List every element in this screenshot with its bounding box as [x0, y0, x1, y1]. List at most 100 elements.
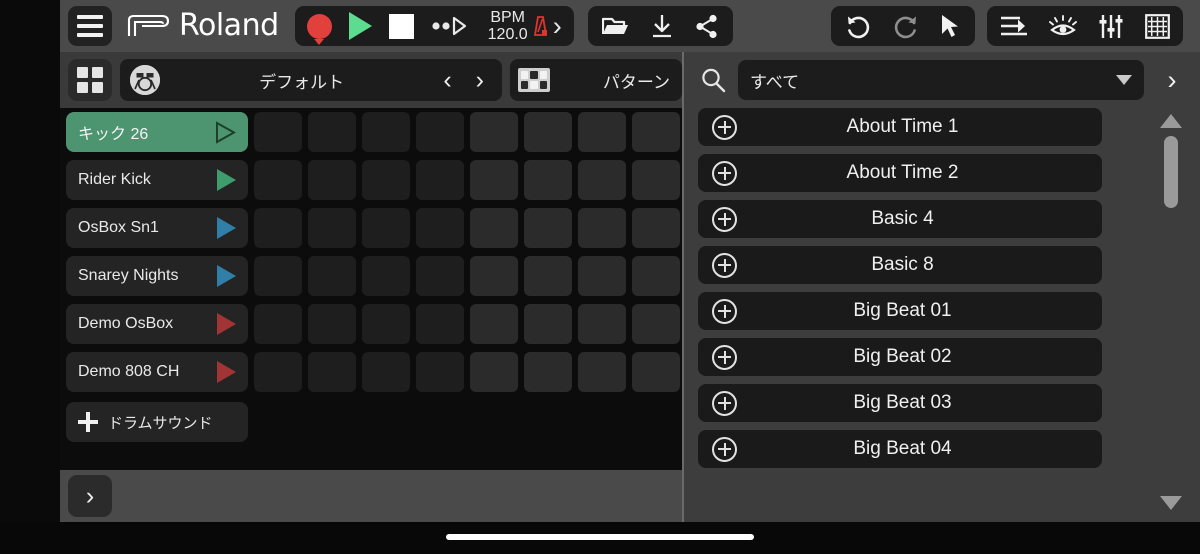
add-drum-sound-button[interactable]: ドラムサウンド: [66, 402, 248, 442]
add-pattern-icon[interactable]: [712, 114, 737, 140]
step-playback-button[interactable]: [431, 6, 467, 46]
step-cell[interactable]: [470, 208, 518, 248]
pattern-list-item[interactable]: Big Beat 03: [698, 384, 1102, 422]
step-cell[interactable]: [416, 256, 464, 296]
step-cell[interactable]: [416, 352, 464, 392]
step-cell[interactable]: [632, 256, 680, 296]
step-cell[interactable]: [416, 160, 464, 200]
browser-scrollbar[interactable]: [1160, 114, 1182, 510]
track-preview-play-icon[interactable]: [217, 313, 236, 335]
step-cell[interactable]: [362, 304, 410, 344]
step-cell[interactable]: [578, 112, 626, 152]
pattern-list-item[interactable]: Basic 4: [698, 200, 1102, 238]
add-pattern-icon[interactable]: [712, 344, 737, 370]
step-cell[interactable]: [362, 112, 410, 152]
add-pattern-icon[interactable]: [712, 252, 737, 278]
track-name-button[interactable]: OsBox Sn1: [66, 208, 248, 248]
step-cell[interactable]: [524, 256, 572, 296]
track-name-button[interactable]: Snarey Nights: [66, 256, 248, 296]
stop-button[interactable]: [388, 6, 414, 46]
track-name-button[interactable]: Rider Kick: [66, 160, 248, 200]
step-cell[interactable]: [632, 160, 680, 200]
track-name-button[interactable]: Demo 808 CH: [66, 352, 248, 392]
step-cell[interactable]: [308, 208, 356, 248]
kit-grid-button[interactable]: [68, 59, 112, 101]
step-cell[interactable]: [632, 304, 680, 344]
pattern-list-item[interactable]: Basic 8: [698, 246, 1102, 284]
step-cell[interactable]: [308, 160, 356, 200]
step-cell[interactable]: [254, 256, 302, 296]
step-cell[interactable]: [308, 112, 356, 152]
step-cell[interactable]: [416, 112, 464, 152]
scrollbar-thumb[interactable]: [1164, 136, 1178, 208]
play-button[interactable]: [348, 6, 372, 46]
category-filter-dropdown[interactable]: すべて: [738, 60, 1144, 100]
step-cell[interactable]: [578, 208, 626, 248]
step-cell[interactable]: [524, 112, 572, 152]
preview-eye-button[interactable]: [1048, 6, 1077, 46]
bpm-control[interactable]: BPM 120.0 ›: [484, 9, 562, 43]
step-cell[interactable]: [470, 112, 518, 152]
step-cell[interactable]: [254, 160, 302, 200]
track-name-button[interactable]: Demo OsBox: [66, 304, 248, 344]
cursor-select-button[interactable]: [939, 6, 961, 46]
step-cell[interactable]: [470, 160, 518, 200]
step-cell[interactable]: [578, 352, 626, 392]
step-cell[interactable]: [254, 112, 302, 152]
step-cell[interactable]: [254, 208, 302, 248]
kit-prev-button[interactable]: ‹: [443, 67, 451, 93]
pattern-list-item[interactable]: Big Beat 02: [698, 338, 1102, 376]
step-cell[interactable]: [470, 304, 518, 344]
pattern-selector[interactable]: パターン: [510, 59, 682, 101]
step-cell[interactable]: [632, 208, 680, 248]
pattern-list-item[interactable]: Big Beat 01: [698, 292, 1102, 330]
kit-next-button[interactable]: ›: [476, 67, 484, 93]
kit-selector[interactable]: デフォルト ‹ ›: [120, 59, 502, 101]
search-icon[interactable]: [700, 67, 726, 93]
step-cell[interactable]: [416, 304, 464, 344]
add-pattern-icon[interactable]: [712, 298, 737, 324]
step-cell[interactable]: [362, 352, 410, 392]
step-cell[interactable]: [578, 256, 626, 296]
mixer-button[interactable]: [1098, 6, 1124, 46]
hamburger-menu-icon[interactable]: [68, 6, 112, 46]
step-cell[interactable]: [416, 208, 464, 248]
step-cell[interactable]: [308, 256, 356, 296]
undo-button[interactable]: [845, 6, 872, 46]
step-cell[interactable]: [632, 112, 680, 152]
step-cell[interactable]: [362, 256, 410, 296]
add-pattern-icon[interactable]: [712, 436, 737, 462]
add-pattern-icon[interactable]: [712, 206, 737, 232]
step-cell[interactable]: [524, 352, 572, 392]
step-cell[interactable]: [470, 256, 518, 296]
track-preview-play-icon[interactable]: [217, 169, 236, 191]
add-pattern-icon[interactable]: [712, 390, 737, 416]
record-button[interactable]: [306, 6, 332, 46]
step-cell[interactable]: [308, 304, 356, 344]
pattern-list-item[interactable]: Big Beat 04: [698, 430, 1102, 468]
step-cell[interactable]: [470, 352, 518, 392]
step-cell[interactable]: [254, 352, 302, 392]
share-button[interactable]: [695, 6, 719, 46]
track-preview-play-icon[interactable]: [217, 265, 236, 287]
folder-open-button[interactable]: [601, 6, 629, 46]
browser-next-button[interactable]: ›: [1144, 65, 1200, 96]
step-cell[interactable]: [632, 352, 680, 392]
step-cell[interactable]: [308, 352, 356, 392]
step-cell[interactable]: [578, 160, 626, 200]
step-cell[interactable]: [362, 160, 410, 200]
bpm-chevron-icon[interactable]: ›: [553, 12, 562, 40]
pattern-list-item[interactable]: About Time 1: [698, 108, 1102, 146]
scrollbar-track[interactable]: [1164, 132, 1178, 492]
redo-button[interactable]: [892, 6, 919, 46]
step-cell[interactable]: [524, 304, 572, 344]
pattern-list-item[interactable]: About Time 2: [698, 154, 1102, 192]
step-cell[interactable]: [362, 208, 410, 248]
step-cell[interactable]: [524, 160, 572, 200]
download-button[interactable]: [651, 6, 673, 46]
track-preview-play-icon[interactable]: [217, 361, 236, 383]
home-indicator[interactable]: [446, 534, 754, 540]
add-pattern-icon[interactable]: [712, 160, 737, 186]
track-preview-play-icon[interactable]: [217, 217, 236, 239]
scroll-down-arrow[interactable]: [1160, 496, 1182, 510]
